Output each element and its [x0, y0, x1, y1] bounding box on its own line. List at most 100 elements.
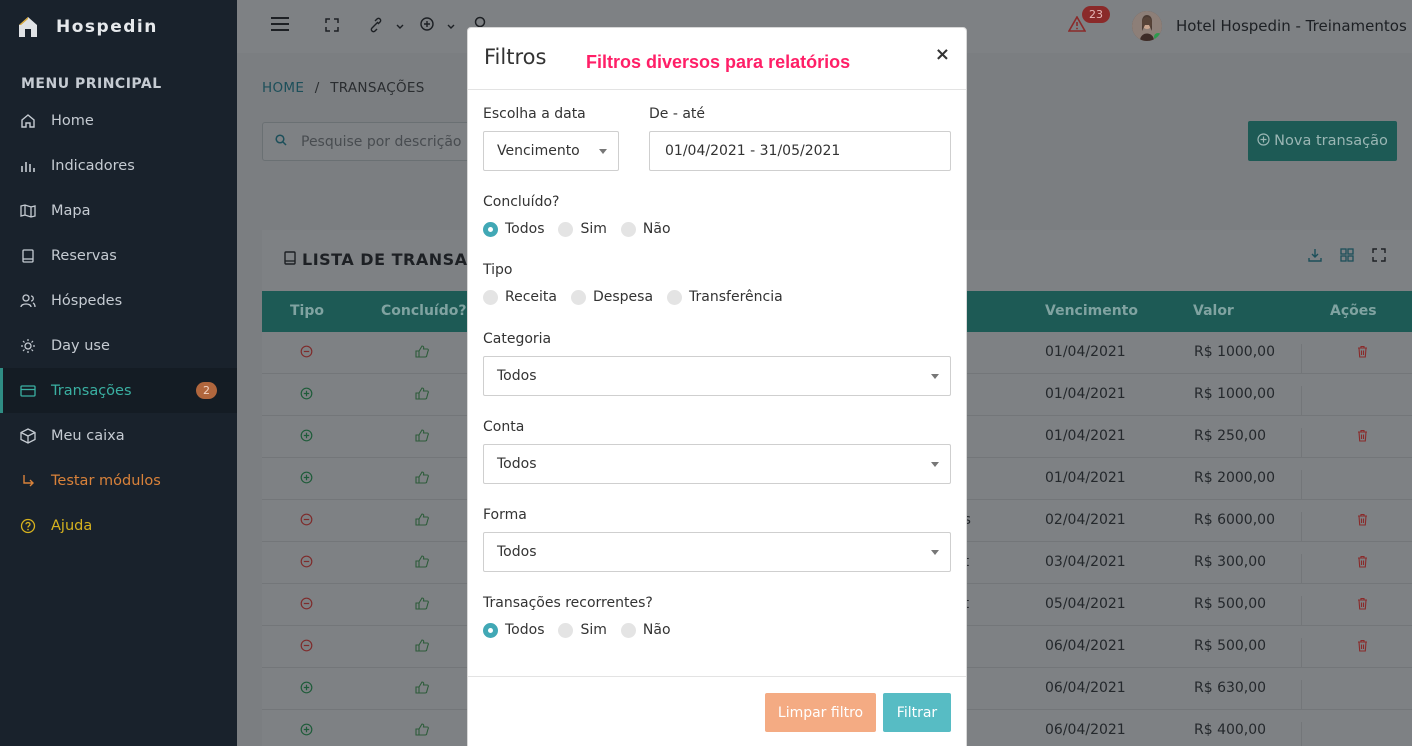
value-cell: R$ 2000,00 — [1194, 470, 1275, 486]
radio-unchecked[interactable] — [667, 289, 683, 305]
trash-icon[interactable] — [1357, 345, 1368, 362]
concluido-option-sim[interactable]: Sim — [558, 221, 607, 237]
sidebar-item-mapa[interactable]: Mapa — [0, 188, 237, 233]
sidebar-item-day-use[interactable]: Day use — [0, 323, 237, 368]
expand-icon[interactable] — [1372, 248, 1386, 266]
radio-unchecked[interactable] — [558, 221, 574, 237]
column-header-tipo[interactable]: Tipo — [290, 303, 324, 319]
fullscreen-icon[interactable] — [325, 18, 339, 36]
due-date-cell: 06/04/2021 — [1045, 638, 1126, 654]
clear-filter-button[interactable]: Limpar filtro — [765, 693, 876, 732]
breadcrumb: HOME / TRANSAÇÕES — [262, 80, 425, 96]
sidebar-item-testar-modulos[interactable]: Testar módulos — [0, 458, 237, 503]
minus-circle-icon — [300, 555, 313, 572]
sidebar-item-meu-caixa[interactable]: Meu caixa — [0, 413, 237, 458]
hamburger-menu-icon[interactable] — [270, 16, 290, 36]
thumbs-up-icon[interactable] — [415, 597, 429, 614]
add-dropdown-icon[interactable] — [419, 16, 459, 36]
radio-checked[interactable] — [483, 622, 498, 638]
modal-footer: Limpar filtro Filtrar — [468, 676, 966, 746]
concluido-option-nao[interactable]: Não — [620, 221, 671, 237]
sidebar-item-transacoes[interactable]: Transações 2 — [0, 368, 237, 413]
avatar[interactable] — [1132, 11, 1162, 41]
download-icon[interactable] — [1308, 248, 1322, 266]
conta-select[interactable]: Todos — [483, 444, 951, 484]
thumbs-up-icon[interactable] — [415, 513, 429, 530]
sidebar-item-home[interactable]: Home — [0, 98, 237, 143]
hotel-selector[interactable]: Hotel Hospedin - Treinamentos — [1176, 17, 1412, 35]
thumbs-up-icon[interactable] — [415, 471, 429, 488]
trash-icon[interactable] — [1357, 597, 1368, 614]
filters-modal: Filtros Filtros diversos para relatórios… — [467, 27, 967, 746]
book-icon — [19, 247, 37, 265]
plus-circle-icon — [300, 723, 313, 740]
close-button[interactable]: × — [935, 44, 950, 65]
card-icon — [19, 382, 37, 400]
column-header-vencimento[interactable]: Vencimento — [1045, 303, 1138, 319]
sidebar-item-label: Reservas — [51, 247, 117, 264]
tipo-option-despesa[interactable]: Despesa — [570, 289, 654, 305]
users-icon — [19, 292, 37, 310]
column-divider — [1301, 512, 1302, 541]
categoria-select[interactable]: Todos — [483, 356, 951, 396]
search-input[interactable]: Pesquise por descrição — [262, 122, 472, 161]
concluido-radio-group: Todos Sim Não — [483, 221, 685, 237]
tipo-label: Tipo — [483, 262, 513, 278]
link-dropdown-icon[interactable] — [368, 17, 408, 37]
forma-select[interactable]: Todos — [483, 532, 951, 572]
radio-unchecked[interactable] — [483, 289, 498, 305]
sidebar-item-hospedes[interactable]: Hóspedes — [0, 278, 237, 323]
recorrentes-option-sim[interactable]: Sim — [558, 622, 607, 638]
thumbs-up-icon[interactable] — [415, 723, 429, 740]
sidebar-item-indicadores[interactable]: Indicadores — [0, 143, 237, 188]
due-date-cell: 01/04/2021 — [1045, 344, 1126, 360]
caret-down-icon — [931, 550, 939, 555]
column-header-valor[interactable]: Valor — [1193, 303, 1234, 319]
tipo-option-transferencia[interactable]: Transferência — [667, 289, 783, 305]
due-date-cell: 06/04/2021 — [1045, 722, 1126, 738]
panel-tools — [1308, 248, 1386, 266]
thumbs-up-icon[interactable] — [415, 387, 429, 404]
trash-icon[interactable] — [1357, 639, 1368, 656]
plus-circle-icon — [300, 387, 313, 404]
date-type-label: Escolha a data — [483, 106, 586, 122]
radio-unchecked[interactable] — [620, 221, 636, 237]
thumbs-up-icon[interactable] — [415, 681, 429, 698]
radio-unchecked[interactable] — [570, 289, 586, 305]
breadcrumb-home-link[interactable]: HOME — [262, 80, 304, 96]
value-cell: R$ 6000,00 — [1194, 512, 1275, 528]
radio-label: Sim — [580, 221, 607, 237]
new-transaction-button[interactable]: Nova transação — [1248, 121, 1397, 161]
recorrentes-option-todos[interactable]: Todos — [483, 622, 544, 638]
trash-icon[interactable] — [1357, 555, 1368, 572]
column-divider — [1301, 428, 1302, 457]
date-range-input[interactable]: 01/04/2021 - 31/05/2021 — [649, 131, 951, 171]
date-type-select[interactable]: Vencimento — [483, 131, 619, 171]
sidebar-item-label: Ajuda — [51, 517, 93, 534]
grid-icon[interactable] — [1340, 248, 1354, 266]
radio-unchecked[interactable] — [620, 622, 636, 638]
apply-filter-button[interactable]: Filtrar — [883, 693, 951, 732]
sidebar-item-reservas[interactable]: Reservas — [0, 233, 237, 278]
thumbs-up-icon[interactable] — [415, 345, 429, 362]
concluido-label: Concluído? — [483, 194, 560, 210]
hospedin-logo-icon — [18, 16, 38, 38]
recorrentes-option-nao[interactable]: Não — [620, 622, 671, 638]
due-date-cell: 01/04/2021 — [1045, 386, 1126, 402]
thumbs-up-icon[interactable] — [415, 555, 429, 572]
concluido-option-todos[interactable]: Todos — [483, 221, 544, 237]
radio-unchecked[interactable] — [558, 622, 574, 638]
value-cell: R$ 250,00 — [1194, 428, 1267, 444]
brand[interactable]: Hospedin — [0, 0, 237, 54]
column-header-concluido[interactable]: Concluído? — [381, 303, 466, 319]
trash-icon[interactable] — [1357, 429, 1368, 446]
thumbs-up-icon[interactable] — [415, 639, 429, 656]
thumbs-up-icon[interactable] — [415, 429, 429, 446]
trash-icon[interactable] — [1357, 513, 1368, 530]
radio-label: Despesa — [592, 289, 654, 305]
radio-checked[interactable] — [483, 221, 498, 237]
sidebar-item-ajuda[interactable]: Ajuda — [0, 503, 237, 548]
caret-down-icon — [931, 462, 939, 467]
tipo-option-receita[interactable]: Receita — [483, 289, 557, 305]
alert-count-badge: 23 — [1082, 6, 1110, 23]
